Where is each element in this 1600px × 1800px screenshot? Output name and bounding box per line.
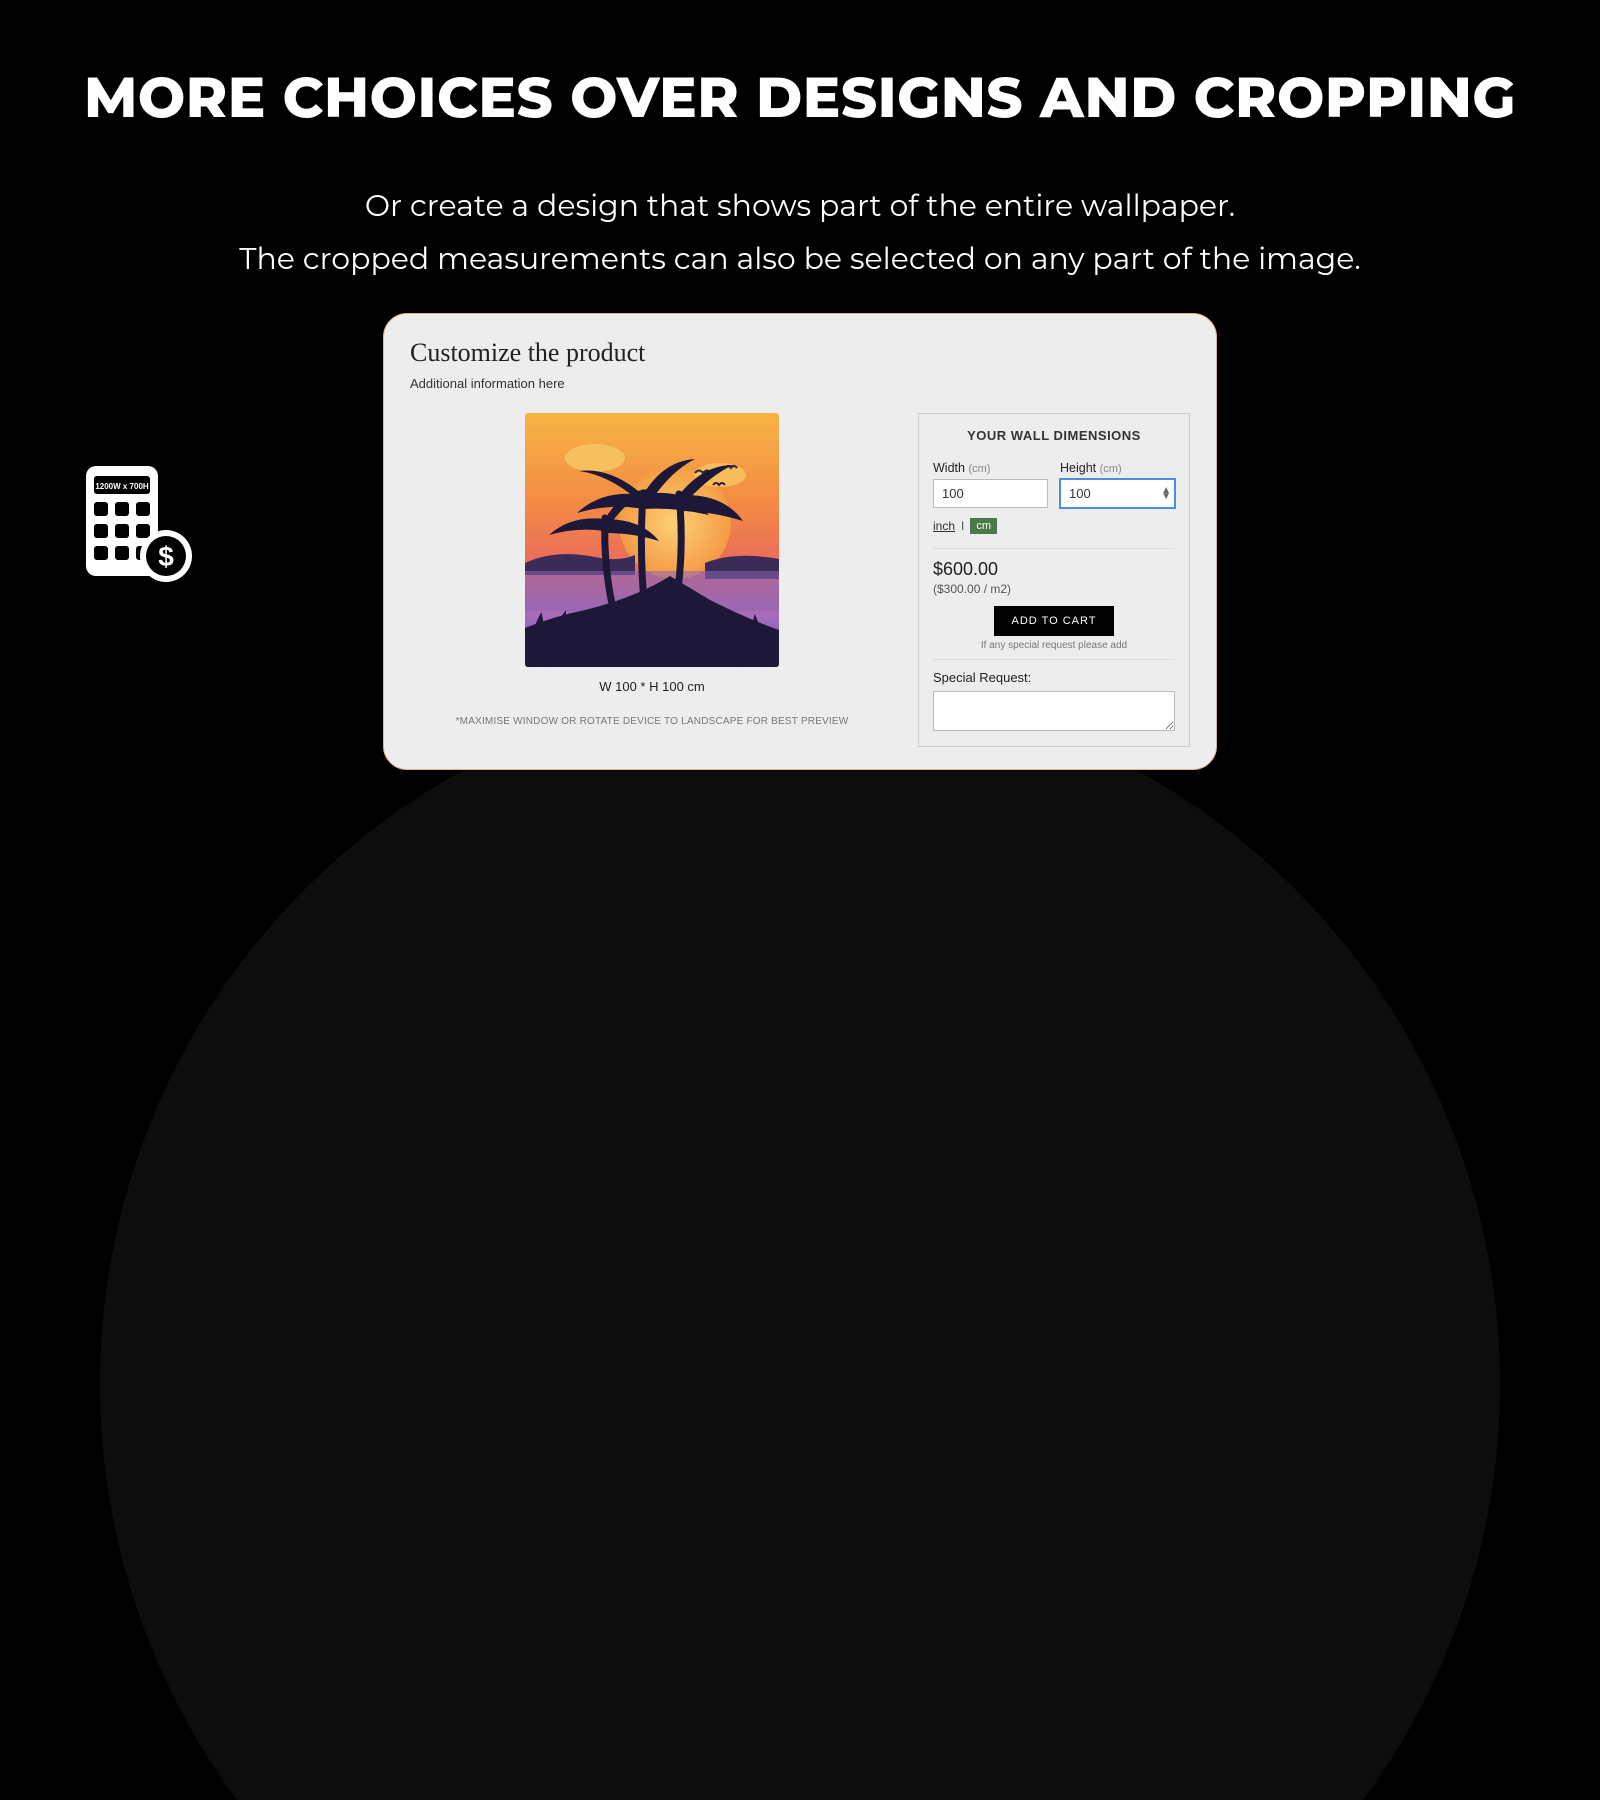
height-input[interactable] — [1060, 479, 1175, 508]
height-label-text: Height — [1060, 461, 1096, 475]
preview-column: W 100 * H 100 cm *MAXIMISE WINDOW OR ROT… — [410, 413, 894, 727]
width-unit-text: (cm) — [968, 463, 990, 475]
add-to-cart-button[interactable]: ADD TO CART — [994, 606, 1115, 636]
unit-separator: I — [961, 519, 964, 533]
calculator-display-text: 1200W x 700H — [95, 482, 149, 491]
svg-text:$: $ — [158, 541, 174, 572]
page-subtext: Or create a design that shows part of th… — [0, 180, 1600, 285]
background-curve — [100, 684, 1500, 1800]
subtext-line-1: Or create a design that shows part of th… — [0, 180, 1600, 233]
unit-cm-toggle[interactable]: cm — [970, 518, 997, 534]
panel-title: YOUR WALL DIMENSIONS — [933, 428, 1175, 443]
preview-hint-text: *MAXIMISE WINDOW OR ROTATE DEVICE TO LAN… — [410, 716, 894, 727]
height-stepper-icon[interactable]: ▲▼ — [1161, 488, 1171, 500]
special-request-hint: If any special request please add — [933, 640, 1175, 651]
wallpaper-preview-image[interactable] — [525, 413, 779, 667]
price-value: $600.00 — [933, 559, 1175, 580]
width-label: Width (cm) — [933, 461, 1048, 475]
preview-dimensions-label: W 100 * H 100 cm — [410, 679, 894, 694]
calculator-dollar-icon: 1200W x 700H $ — [80, 464, 196, 589]
unit-inch-toggle[interactable]: inch — [933, 519, 955, 533]
subtext-line-2: The cropped measurements can also be sel… — [0, 233, 1600, 286]
dimensions-panel: YOUR WALL DIMENSIONS Width (cm) Height (… — [918, 413, 1190, 747]
special-request-textarea[interactable] — [933, 691, 1175, 731]
height-label: Height (cm) — [1060, 461, 1175, 475]
special-request-label: Special Request: — [933, 670, 1175, 685]
card-title: Customize the product — [410, 338, 1190, 368]
height-unit-text: (cm) — [1100, 463, 1122, 475]
price-per-unit: ($300.00 / m2) — [933, 582, 1175, 596]
product-customize-card: Customize the product Additional informa… — [383, 313, 1217, 770]
page-headline: MORE CHOICES OVER DESIGNS AND CROPPING — [0, 64, 1600, 132]
width-input[interactable] — [933, 479, 1048, 508]
card-subtitle: Additional information here — [410, 376, 1190, 391]
width-label-text: Width — [933, 461, 965, 475]
